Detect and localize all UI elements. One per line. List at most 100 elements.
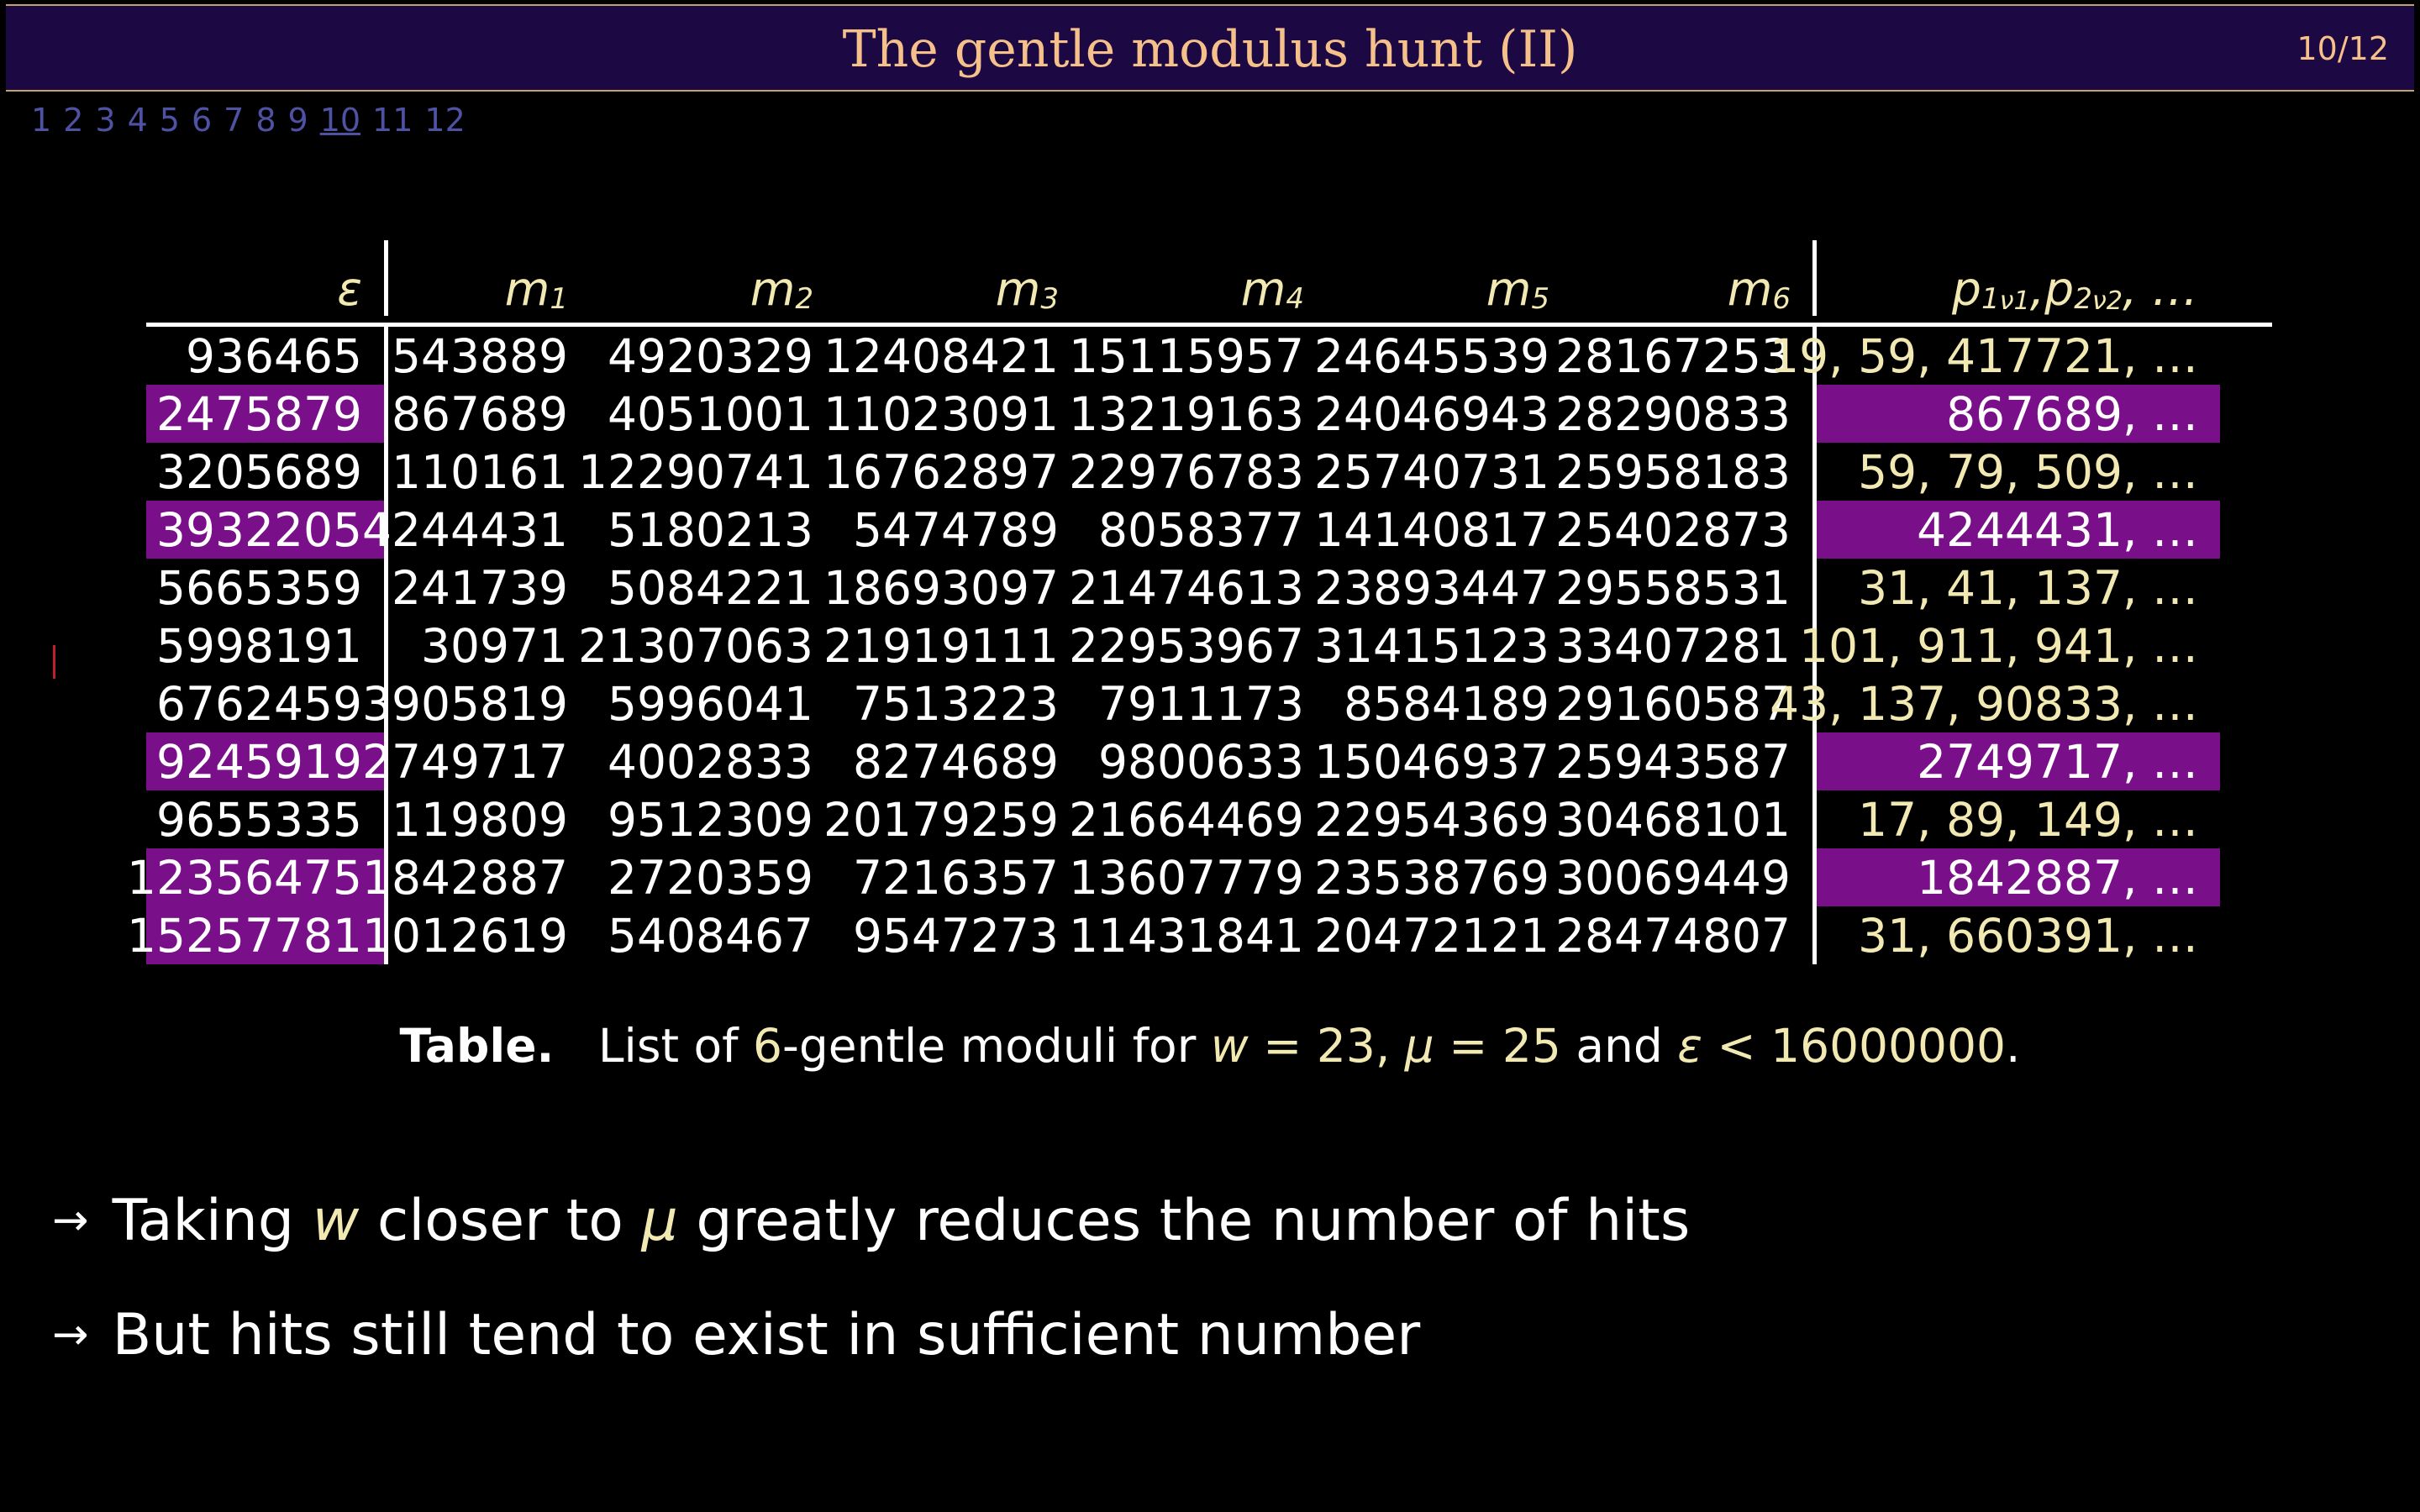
m2-cell: 5408467 (608, 908, 813, 963)
m2-cell: 21307063 (578, 618, 813, 673)
m5-cell: 24046943 (1314, 386, 1549, 441)
gentle-moduli-table: ε m1 m2 m3 m4 m5 m6 p 1 ν1, p 2 ν2, … 936465… (127, 240, 2272, 964)
table-row: 12356475 1842887 2720359 7216357 13607779 235… (127, 848, 2272, 906)
m2-cell: 4002833 (608, 734, 813, 789)
m4-cell: 13607779 (1069, 850, 1304, 905)
prime-powers-cell: 1842887, … (1817, 848, 2220, 906)
table-row: 9245919 2749717 4002833 8274689 9800633 15046… (146, 732, 2272, 790)
epsilon-cell: 15257781 (127, 906, 388, 964)
m6-cell: 28290833 (1555, 385, 1817, 443)
nav-page-8[interactable]: 8 (250, 99, 281, 141)
header-m3: m3 (995, 262, 1059, 316)
m5-cell: 23538769 (1314, 850, 1549, 905)
m5-cell: 31415123 (1314, 618, 1549, 673)
m1-cell: 1012619 (362, 908, 568, 963)
nav-page-3[interactable]: 3 (89, 99, 121, 141)
arrow-icon: → (52, 1195, 89, 1246)
nav-page-5[interactable]: 5 (154, 99, 186, 141)
m1-cell: 30971 (421, 618, 568, 673)
slide: The gentle modulus hunt (II) 10/12 12345… (0, 0, 2420, 1512)
m6-cell: 28474807 (1555, 906, 1817, 964)
prime-powers-cell: 31, 41, 137, … (1858, 560, 2198, 615)
prime-powers-cell: 43, 137, 90833, … (1770, 676, 2198, 731)
header-epsilon: ε (146, 240, 388, 316)
m3-cell: 11023091 (823, 386, 1059, 441)
epsilon-cell: 9245919 (146, 732, 388, 790)
prime-powers-cell: 867689, … (1817, 385, 2220, 443)
prime-powers-cell: 31, 660391, … (1858, 908, 2198, 963)
m5-cell: 23893447 (1314, 560, 1549, 615)
m1-cell: 4244431 (362, 502, 568, 557)
header-m4: m4 (1240, 262, 1304, 316)
caption-label: Table. (399, 1019, 555, 1073)
m6-cell: 25958183 (1555, 443, 1817, 501)
nav-page-2[interactable]: 2 (57, 99, 89, 141)
table-row: 2475879 867689 4051001 11023091 13219163 2404… (146, 385, 2272, 443)
epsilon-cell: 9655335 (146, 790, 388, 848)
nav-page-11[interactable]: 11 (366, 99, 418, 141)
epsilon-cell: 3205689 (146, 443, 388, 501)
caption-text: List of 6-gentle moduli for w = 23, μ = … (597, 1019, 2021, 1073)
table-row: 3932205 4244431 5180213 5474789 8058377 14140… (146, 501, 2272, 559)
m3-cell: 8274689 (853, 734, 1059, 789)
m3-cell: 7513223 (853, 676, 1059, 731)
m1-cell: 241739 (392, 560, 568, 615)
m5-cell: 14140817 (1314, 502, 1549, 557)
nav-page-1[interactable]: 1 (25, 99, 57, 141)
prime-powers-cell: 101, 911, 941, … (1799, 618, 2198, 673)
page-navigation: 1 2 3 4 5 6 7 8 9 10 11 12 (25, 99, 471, 141)
nav-page-4[interactable]: 4 (122, 99, 154, 141)
m6-cell: 30468101 (1555, 790, 1817, 848)
prime-powers-cell: 59, 79, 509, … (1858, 444, 2198, 499)
m4-cell: 13219163 (1069, 386, 1304, 441)
m6-cell: 33407281 (1555, 617, 1817, 675)
m2-cell: 2720359 (608, 850, 813, 905)
m2-cell: 4920329 (608, 328, 813, 383)
table-row: 6762459 3905819 5996041 7513223 7911173 85841… (146, 675, 2272, 732)
epsilon-cell: 6762459 (146, 675, 388, 732)
m2-cell: 5996041 (608, 676, 813, 731)
m4-cell: 11431841 (1069, 908, 1304, 963)
m4-cell: 8058377 (1098, 502, 1304, 557)
text-cursor (53, 645, 55, 679)
nav-page-6[interactable]: 6 (186, 99, 218, 141)
m2-cell: 5180213 (608, 502, 813, 557)
header-m1: m1 (504, 262, 568, 316)
m3-cell: 9547273 (853, 908, 1059, 963)
m1-cell: 1842887 (362, 850, 568, 905)
m5-cell: 22954369 (1314, 792, 1549, 847)
table-body: 936465 543889 4920329 12408421 15115957 24645… (127, 327, 2272, 964)
m3-cell: 5474789 (853, 502, 1059, 557)
nav-page-10[interactable]: 10 (314, 99, 366, 141)
table-row: 15257781 1012619 5408467 9547273 11431841 204… (127, 906, 2272, 964)
table-row: 5665359 241739 5084221 18693097 21474613 2389… (146, 559, 2272, 617)
m1-cell: 119809 (392, 792, 568, 847)
epsilon-cell: 5998191 (146, 617, 388, 675)
m3-cell: 16762897 (823, 444, 1059, 499)
nav-page-9[interactable]: 9 (282, 99, 314, 141)
m6-cell: 29558531 (1555, 559, 1817, 617)
m4-cell: 21664469 (1069, 792, 1304, 847)
m5-cell: 25740731 (1314, 444, 1549, 499)
m2-cell: 4051001 (608, 386, 813, 441)
m1-cell: 2749717 (362, 734, 568, 789)
nav-page-7[interactable]: 7 (218, 99, 250, 141)
m4-cell: 21474613 (1069, 560, 1304, 615)
m3-cell: 20179259 (823, 792, 1059, 847)
table-row: 936465 543889 4920329 12408421 15115957 24645… (146, 327, 2272, 385)
table-row: 3205689 110161 12290741 16762897 22976783 257… (146, 443, 2272, 501)
header-prime-powers: p 1 ν1, p 2 ν2, … (1952, 262, 2198, 316)
epsilon-cell: 936465 (146, 327, 388, 385)
table-row: 9655335 119809 9512309 20179259 21664469 2295… (146, 790, 2272, 848)
title-bar: The gentle modulus hunt (II) 10/12 (6, 4, 2414, 92)
m4-cell: 9800633 (1098, 734, 1304, 789)
bullet-1: → Taking w closer to μ greatly reduces th… (52, 1188, 1691, 1254)
bullet-2: → But hits still tend to exist in suffici… (52, 1302, 1421, 1368)
m2-cell: 5084221 (608, 560, 813, 615)
prime-powers-cell: 4244431, … (1817, 501, 2220, 559)
page-counter: 10/12 (2296, 30, 2389, 67)
epsilon-cell: 2475879 (146, 385, 388, 443)
m3-cell: 12408421 (823, 328, 1059, 383)
nav-page-12[interactable]: 12 (418, 99, 471, 141)
m4-cell: 22953967 (1069, 618, 1304, 673)
